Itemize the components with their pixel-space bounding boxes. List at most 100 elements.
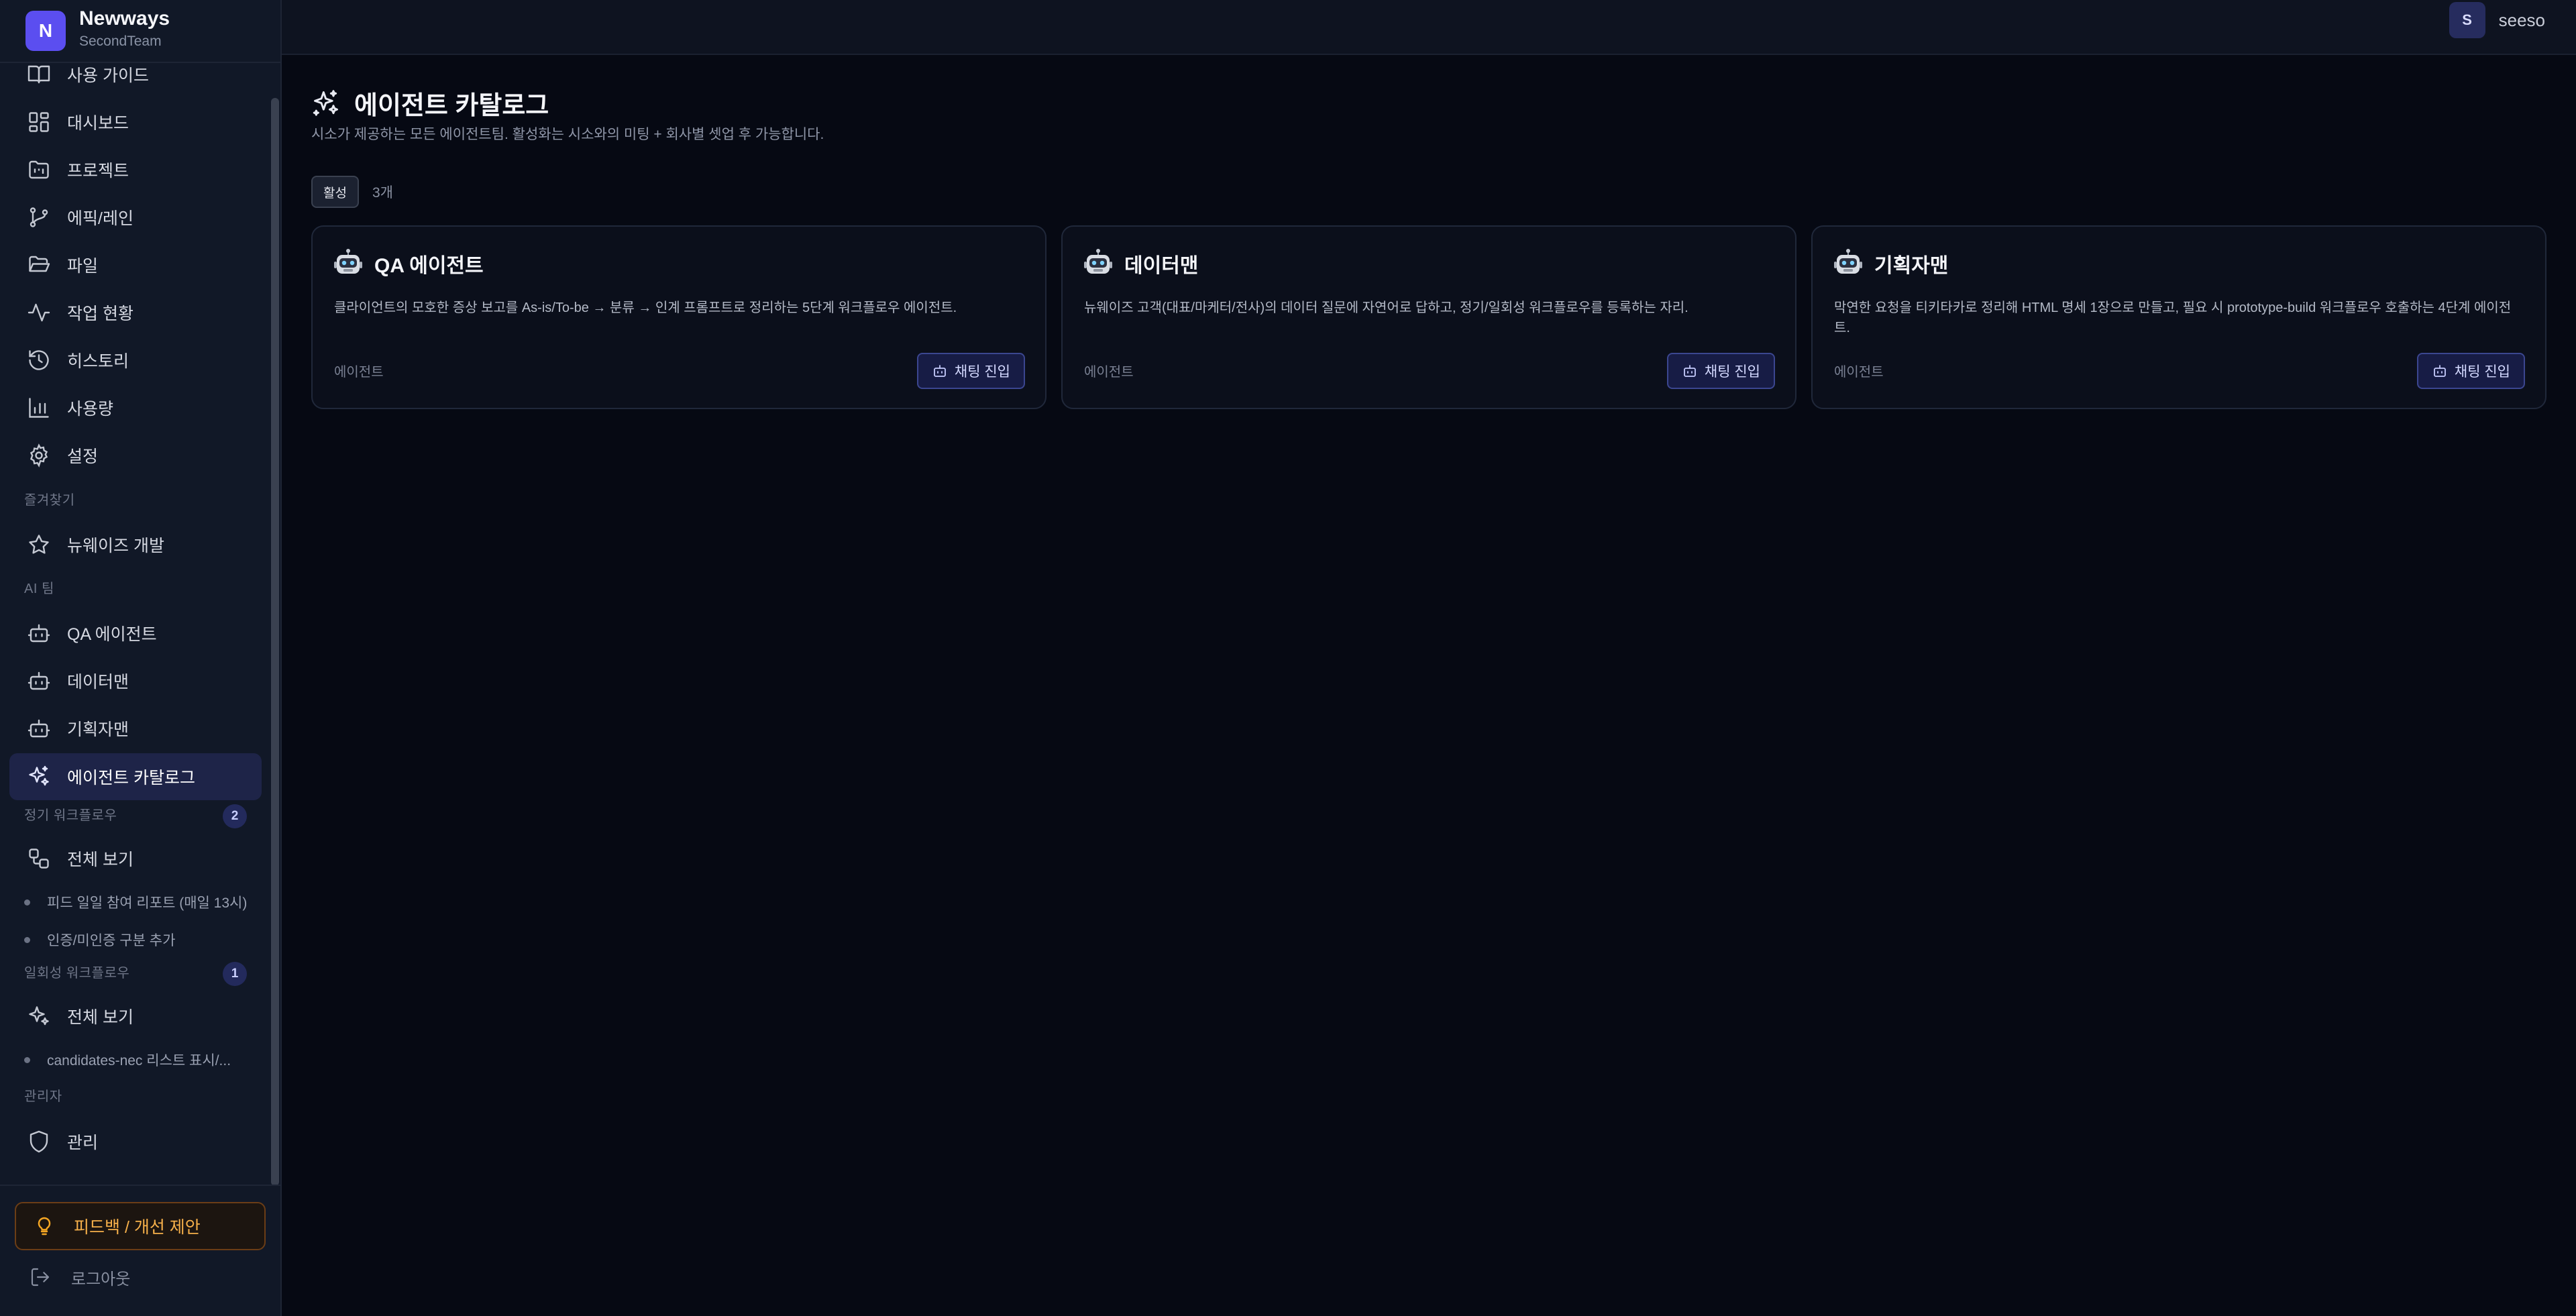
agent-description: 클라이언트의 모호한 증상 보고를 As-is/To-be → 분류 → 인계 … <box>334 300 957 315</box>
agent-name: QA 에이전트 <box>374 255 484 277</box>
enter-chat-button[interactable]: 채팅 진입 <box>1666 353 1775 389</box>
sidebar-item-dashboard[interactable]: 대시보드 <box>9 99 262 146</box>
sidebar-item-guide[interactable]: 사용 가이드 <box>9 51 262 98</box>
oneoff-count-badge: 1 <box>223 962 247 986</box>
bot-icon <box>27 621 51 645</box>
sidebar-item-recurring-view-all[interactable]: 전체 보기 <box>9 835 262 882</box>
agent-type-label: 에이전트 <box>334 365 384 380</box>
sidebar-item-label: 사용량 <box>67 400 114 419</box>
sidebar-item-files[interactable]: 파일 <box>9 241 262 288</box>
sidebar-item-label: QA 에이전트 <box>67 625 157 644</box>
workflow-icon <box>27 846 51 871</box>
bot-icon <box>1682 363 1698 379</box>
team-name: SecondTeam <box>79 34 162 49</box>
logout-label: 로그아웃 <box>71 1270 131 1288</box>
book-open-icon <box>27 62 51 87</box>
sidebar-item-label: 파일 <box>67 257 99 276</box>
bot-icon <box>932 363 948 379</box>
logout-button[interactable]: 로그아웃 <box>15 1260 266 1295</box>
sidebar-item-label: 히스토리 <box>67 352 129 371</box>
robot-emoji-icon <box>1083 248 1114 279</box>
star-icon <box>27 533 51 557</box>
agent-count: 3개 <box>372 185 393 201</box>
sidebar-item-qa-agent[interactable]: QA 에이전트 <box>9 610 262 657</box>
sidebar-item-label: 대시보드 <box>67 114 129 133</box>
sidebar-item-label: 데이터맨 <box>67 673 129 692</box>
workflow-item[interactable]: 인증/미인증 구분 추가 <box>24 926 252 953</box>
robot-emoji-icon <box>333 248 364 279</box>
sidebar-scrollbar[interactable] <box>271 98 279 1186</box>
sidebar-item-label: 작업 현황 <box>67 305 133 323</box>
agent-type-label: 에이전트 <box>1834 365 1884 380</box>
filter-active-chip[interactable]: 활성 <box>311 176 359 208</box>
agent-name: 데이터맨 <box>1124 255 1199 277</box>
logout-icon <box>30 1266 51 1288</box>
filter-row: 활성 3개 <box>311 176 393 208</box>
enter-chat-button[interactable]: 채팅 진입 <box>916 353 1025 389</box>
sidebar: N Newways SecondTeam 사용 가이드 대시보드 프로젝트 에픽… <box>0 0 282 1316</box>
sidebar-item-label: 기획자맨 <box>67 720 129 739</box>
robot-emoji-icon <box>1833 248 1864 279</box>
page-description: 시소가 제공하는 모든 에이전트팀. 활성화는 시소와의 미팅 + 회사별 셋업… <box>311 127 824 142</box>
sidebar-item-label: 에픽/레인 <box>67 209 133 228</box>
sidebar-item-oneoff-view-all[interactable]: 전체 보기 <box>9 993 262 1040</box>
avatar: S <box>2449 2 2485 38</box>
recurring-count-badge: 2 <box>223 804 247 828</box>
sidebar-item-admin[interactable]: 관리 <box>9 1118 262 1165</box>
bullet-dot <box>24 1056 30 1063</box>
sidebar-item-label: 설정 <box>67 447 99 466</box>
section-label-ai-team: AI 팀 <box>24 582 54 596</box>
agent-description: 뉴웨이즈 고객(대표/마케터/전사)의 데이터 질문에 자연어로 답하고, 정기… <box>1084 300 1688 315</box>
enter-chat-label: 채팅 진입 <box>1704 364 1760 380</box>
git-branch-icon <box>27 205 51 229</box>
bot-icon <box>27 716 51 741</box>
enter-chat-label: 채팅 진입 <box>2454 364 2510 380</box>
sidebar-item-label: 프로젝트 <box>67 162 129 180</box>
bar-chart-icon <box>27 396 51 420</box>
enter-chat-button[interactable]: 채팅 진입 <box>2416 353 2525 389</box>
sidebar-item-label: 전체 보기 <box>67 1008 133 1027</box>
feedback-button[interactable]: 피드백 / 개선 제안 <box>15 1202 266 1250</box>
section-label-admin: 관리자 <box>24 1089 62 1104</box>
sidebar-item-projects[interactable]: 프로젝트 <box>9 146 262 193</box>
agent-card-qa[interactable]: QA 에이전트 클라이언트의 모호한 증상 보고를 As-is/To-be → … <box>311 225 1046 409</box>
user-menu[interactable]: S seeso <box>2449 2 2545 38</box>
workspace-logo: N <box>25 11 66 51</box>
sidebar-item-label: 전체 보기 <box>67 851 133 869</box>
agent-card-dataman[interactable]: 데이터맨 뉴웨이즈 고객(대표/마케터/전사)의 데이터 질문에 자연어로 답하… <box>1061 225 1796 409</box>
sidebar-item-label: 뉴웨이즈 개발 <box>67 537 164 555</box>
sidebar-item-history[interactable]: 히스토리 <box>9 337 262 384</box>
history-icon <box>27 348 51 372</box>
sidebar-item-usage[interactable]: 사용량 <box>9 384 262 431</box>
section-label-oneoff-workflows: 일회성 워크플로우 <box>24 966 130 981</box>
workflow-item[interactable]: candidates-nec 리스트 표시/... <box>24 1046 252 1073</box>
sidebar-item-epics[interactable]: 에픽/레인 <box>9 194 262 241</box>
agent-name: 기획자맨 <box>1874 255 1949 277</box>
folder-open-icon <box>27 253 51 277</box>
lightbulb-icon <box>34 1215 55 1237</box>
sparkles-icon <box>27 1004 51 1028</box>
main-content: 에이전트 카탈로그 시소가 제공하는 모든 에이전트팀. 활성화는 시소와의 미… <box>282 56 2576 1316</box>
sidebar-item-work-status[interactable]: 작업 현황 <box>9 289 262 336</box>
bot-icon <box>27 669 51 693</box>
sidebar-item-favorite-dev[interactable]: 뉴웨이즈 개발 <box>9 521 262 568</box>
divider <box>0 1185 280 1186</box>
workspace-name: Newways <box>79 7 170 30</box>
workflow-item[interactable]: 피드 일일 참여 리포트 (매일 13시) <box>24 889 252 916</box>
section-label-favorites: 즐겨찾기 <box>24 493 75 508</box>
sidebar-item-settings[interactable]: 설정 <box>9 432 262 479</box>
sparkles-icon <box>27 765 51 789</box>
agent-card-planner[interactable]: 기획자맨 막연한 요청을 티키타카로 정리해 HTML 명세 1장으로 만들고,… <box>1811 225 2546 409</box>
sidebar-item-planner[interactable]: 기획자맨 <box>9 705 262 752</box>
bullet-dot <box>24 899 30 906</box>
user-name: seeso <box>2498 9 2545 30</box>
sidebar-item-dataman[interactable]: 데이터맨 <box>9 657 262 704</box>
sidebar-item-label: 사용 가이드 <box>67 66 149 85</box>
top-bar: S seeso <box>282 0 2576 55</box>
gear-icon <box>27 443 51 468</box>
sidebar-item-label: 관리 <box>67 1134 99 1152</box>
sidebar-item-agent-catalog[interactable]: 에이전트 카탈로그 <box>9 753 262 800</box>
sidebar-item-label: 에이전트 카탈로그 <box>67 769 195 787</box>
sparkles-icon <box>311 89 341 118</box>
bot-icon <box>2432 363 2448 379</box>
